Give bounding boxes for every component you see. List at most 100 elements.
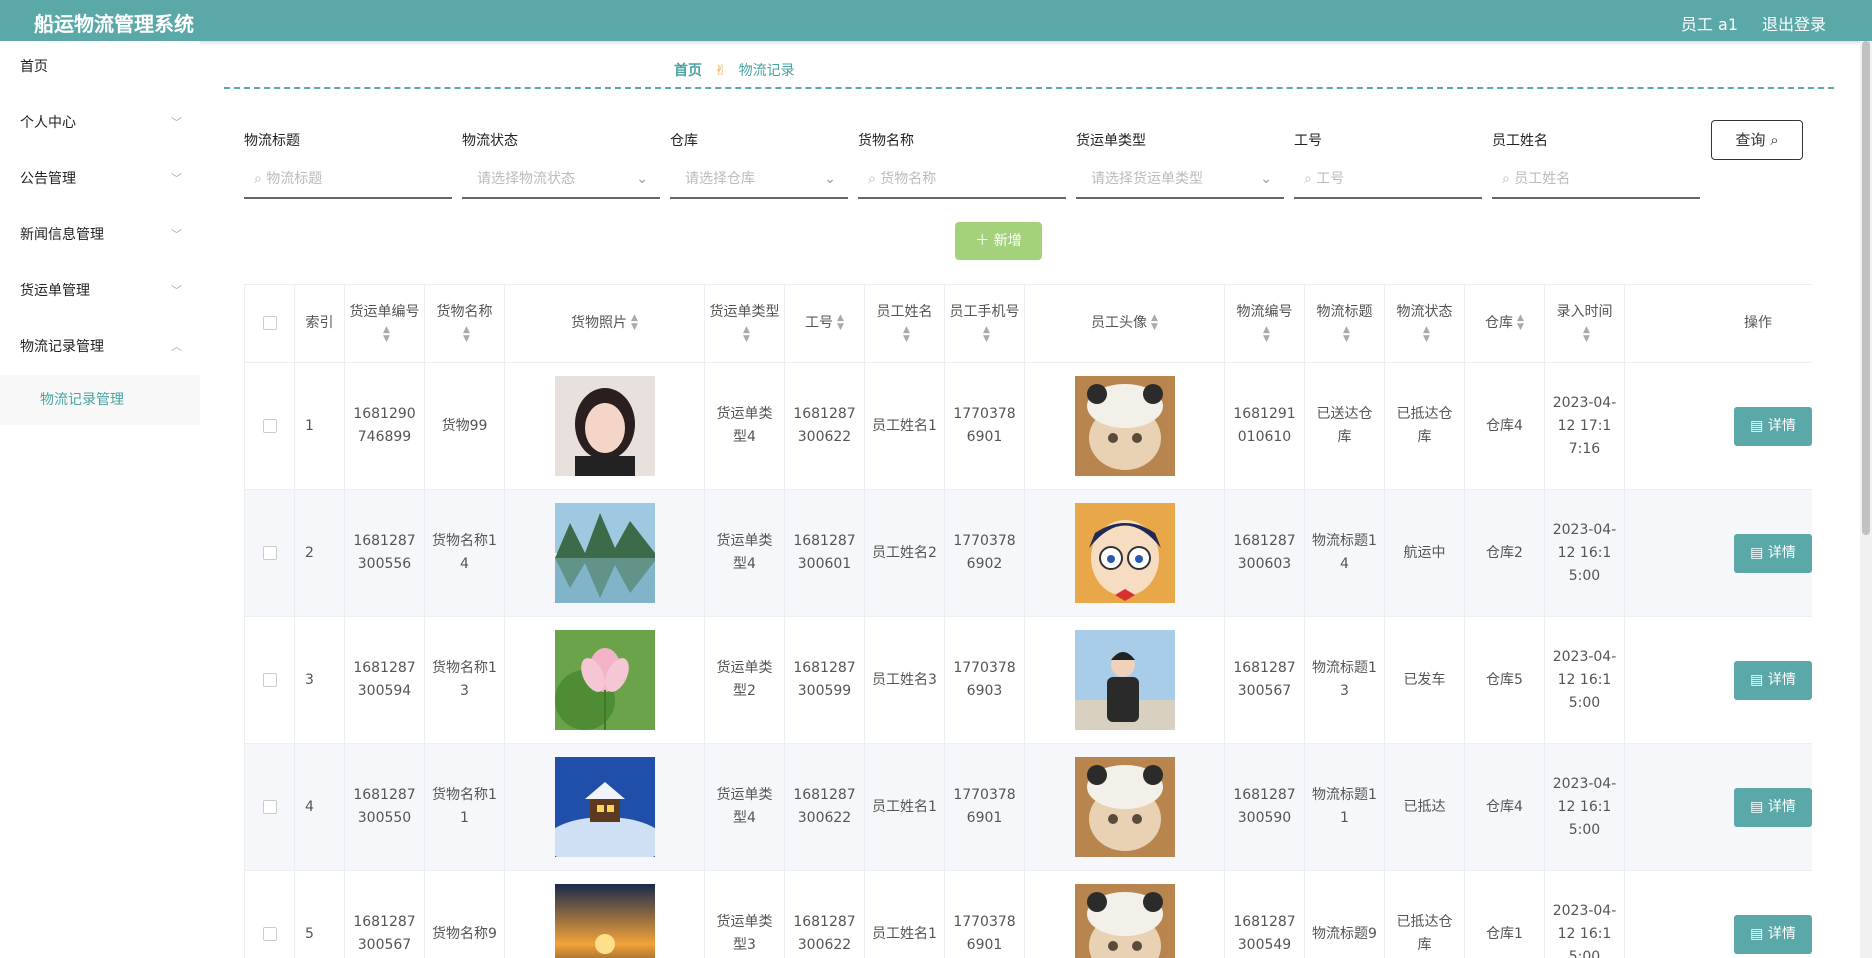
breadcrumb: 首页 ✌ 物流记录 <box>674 60 795 80</box>
sort-icon[interactable]: ▲ ▼ <box>743 325 750 344</box>
document-icon: ▤ <box>1750 671 1764 688</box>
column-header[interactable]: 货物照片 ▲ ▼ <box>504 284 705 363</box>
cell-logistics-title: 物流标题14 <box>1304 489 1385 617</box>
cell-actions: ▤ 详情 <box>1624 870 1812 958</box>
page-scrollbar[interactable] <box>1860 41 1872 958</box>
logistics-status-select[interactable]: 请选择物流状态 ⌄ <box>462 161 660 199</box>
sort-icon[interactable]: ▲ ▼ <box>983 325 990 344</box>
cell-actions: ▤ 详情 <box>1624 489 1812 617</box>
sort-icon[interactable]: ▲ ▼ <box>631 314 638 332</box>
cell-staff-no: 1681287300622 <box>784 362 865 490</box>
warehouse-select[interactable]: 请选择仓库 ⌄ <box>670 161 848 199</box>
row-checkbox[interactable] <box>244 743 295 871</box>
cell-warehouse: 仓库4 <box>1464 362 1545 490</box>
detail-button[interactable]: ▤ 详情 <box>1734 533 1812 573</box>
cell-order-no: 1681287300550 <box>344 743 425 871</box>
cell-avatar <box>1024 616 1225 744</box>
cell-time: 2023-04-12 16:15:00 <box>1544 489 1625 617</box>
detail-button[interactable]: ▤ 详情 <box>1734 787 1812 827</box>
sidebar-item-logistics[interactable]: 物流记录管理 ︿ <box>0 319 200 375</box>
row-checkbox[interactable] <box>244 489 295 617</box>
column-header[interactable]: 工号 ▲ ▼ <box>784 284 865 363</box>
sort-icon[interactable]: ▲ ▼ <box>463 325 470 344</box>
sidebar-subitem-logistics-records[interactable]: 物流记录管理 <box>0 375 200 425</box>
chevron-down-icon: ﹀ <box>171 172 182 185</box>
breadcrumb-current: 物流记录 <box>738 63 795 79</box>
goods-name-input[interactable]: ⌕ 货物名称 <box>858 161 1066 199</box>
sidebar-item-label: 公告管理 <box>20 171 76 187</box>
column-header[interactable]: 仓库 ▲ ▼ <box>1464 284 1545 363</box>
cell-index: 5 <box>294 870 345 958</box>
document-icon: ▤ <box>1750 798 1764 815</box>
column-header[interactable]: 录入时间 ▲ ▼ <box>1544 284 1625 363</box>
cell-time: 2023-04-12 16:15:00 <box>1544 743 1625 871</box>
row-checkbox[interactable] <box>244 870 295 958</box>
sort-icon[interactable]: ▲ ▼ <box>1517 314 1524 332</box>
row-checkbox[interactable] <box>244 616 295 744</box>
cell-time: 2023-04-12 16:15:00 <box>1544 616 1625 744</box>
column-header[interactable]: 物流编号 ▲ ▼ <box>1224 284 1305 363</box>
select-all-checkbox[interactable] <box>244 284 295 363</box>
column-header[interactable]: 员工手机号▲ ▼ <box>944 284 1025 363</box>
query-button[interactable]: 查询 ⌕ <box>1711 120 1803 160</box>
sidebar-item-label: 物流记录管理 <box>20 339 104 355</box>
sidebar-item-notice[interactable]: 公告管理 ﹀ <box>0 151 200 207</box>
cell-logistics-title: 物流标题9 <box>1304 870 1385 958</box>
detail-button[interactable]: ▤ 详情 <box>1734 406 1812 446</box>
add-button[interactable]: ＋ 新增 <box>955 222 1042 260</box>
sort-icon[interactable]: ▲ ▼ <box>1263 325 1270 344</box>
detail-button[interactable]: ▤ 详情 <box>1734 660 1812 700</box>
sidebar-item-freight[interactable]: 货运单管理 ﹀ <box>0 263 200 319</box>
cell-goods-name: 货物名称13 <box>424 616 505 744</box>
chevron-down-icon: ﹀ <box>171 228 182 241</box>
column-header[interactable]: 物流标题 ▲ ▼ <box>1304 284 1385 363</box>
cell-index: 2 <box>294 489 345 617</box>
sort-icon[interactable]: ▲ ▼ <box>383 325 390 344</box>
cell-phone: 17703786903 <box>944 616 1025 744</box>
logout-link[interactable]: 退出登录 <box>1762 11 1826 35</box>
cell-logistics-title: 物流标题13 <box>1304 616 1385 744</box>
column-header[interactable]: 物流状态 ▲ ▼ <box>1384 284 1465 363</box>
row-checkbox[interactable] <box>244 362 295 490</box>
sort-icon[interactable]: ▲ ▼ <box>1583 325 1590 344</box>
plus-icon: ＋ <box>975 233 990 249</box>
cell-order-no: 1681287300556 <box>344 489 425 617</box>
sort-icon[interactable]: ▲ ▼ <box>1343 325 1350 344</box>
scrollbar-thumb[interactable] <box>1862 41 1870 535</box>
cell-index: 1 <box>294 362 345 490</box>
cell-index: 3 <box>294 616 345 744</box>
order-type-select[interactable]: 请选择货运单类型 ⌄ <box>1076 161 1284 199</box>
column-header[interactable]: 员工姓名 ▲ ▼ <box>864 284 945 363</box>
table-row: 1 1681290746899 货物99 货运单类型4 1681287300622 员工姓… <box>244 362 1812 490</box>
cell-logistics-no: 1681287300603 <box>1224 489 1305 617</box>
cell-warehouse: 仓库4 <box>1464 743 1545 871</box>
cell-logistics-no: 1681287300549 <box>1224 870 1305 958</box>
column-header[interactable]: 货物名称 ▲ ▼ <box>424 284 505 363</box>
detail-button[interactable]: ▤ 详情 <box>1734 914 1812 954</box>
table-row: 4 1681287300550 货物名称11 货运单类型4 1681287300622 员… <box>244 743 1812 871</box>
breadcrumb-home[interactable]: 首页 <box>674 63 702 79</box>
search-icon: ⌕ <box>1770 131 1779 149</box>
sort-icon[interactable]: ▲ ▼ <box>903 325 910 344</box>
sort-icon[interactable]: ▲ ▼ <box>837 314 844 332</box>
cell-order-no: 1681287300594 <box>344 616 425 744</box>
cell-order-type: 货运单类型3 <box>704 870 785 958</box>
sidebar-item-home[interactable]: 首页 <box>0 41 200 95</box>
logistics-title-input[interactable]: ⌕ 物流标题 <box>244 161 452 199</box>
sidebar-item-profile[interactable]: 个人中心 ﹀ <box>0 95 200 151</box>
sidebar-item-news[interactable]: 新闻信息管理 ﹀ <box>0 207 200 263</box>
staff-name-input[interactable]: ⌕ 员工姓名 <box>1492 161 1700 199</box>
sort-icon[interactable]: ▲ ▼ <box>1423 325 1430 344</box>
cell-actions: ▤ 详情 <box>1624 362 1812 490</box>
column-header[interactable]: 货运单编号▲ ▼ <box>344 284 425 363</box>
sidebar-item-label: 个人中心 <box>20 115 76 131</box>
table-row: 5 1681287300567 货物名称9 货运单类型3 1681287300622 员工… <box>244 870 1812 958</box>
column-header: 索引 <box>294 284 345 363</box>
staff-no-input[interactable]: ⌕ 工号 <box>1294 161 1482 199</box>
sort-icon[interactable]: ▲ ▼ <box>1151 314 1158 332</box>
column-header[interactable]: 货运单类型▲ ▼ <box>704 284 785 363</box>
table-row: 3 1681287300594 货物名称13 货运单类型2 1681287300599 员… <box>244 616 1812 744</box>
cell-order-no: 1681290746899 <box>344 362 425 490</box>
column-header[interactable]: 员工头像 ▲ ▼ <box>1024 284 1225 363</box>
cell-logistics-no: 1681287300567 <box>1224 616 1305 744</box>
